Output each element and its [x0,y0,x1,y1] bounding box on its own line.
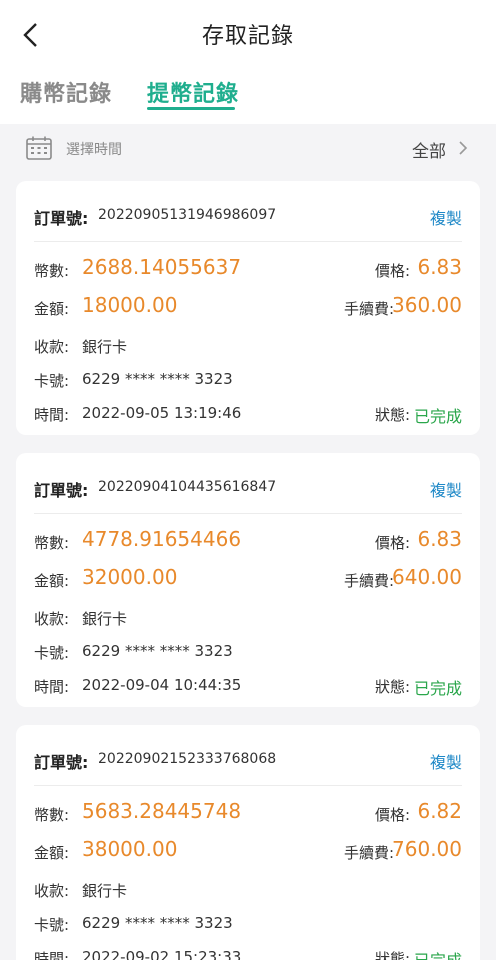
record-card: 訂單號: 20220904104435616847 複製 幣數: 4778.91… [16,453,480,707]
receive-row: 收款: 銀行卡 [16,603,480,633]
order-row: 訂單號: 20220904104435616847 複製 [16,475,480,505]
fee-value: 760.00 [392,837,462,861]
divider [34,241,462,242]
time-status-row: 時間: 2022-09-04 10:44:35 狀態: 已完成 [16,671,480,701]
status-label: 狀態: [374,406,410,424]
status-badge: 已完成 [413,407,462,426]
price-label: 價格: [374,534,410,552]
status-label: 狀態: [374,678,410,696]
time-label: 時間: [34,406,70,424]
card-row: 卡號: 6229 **** **** 3323 [16,637,480,667]
order-number: 20220902152333768068 [98,751,277,767]
receive-label: 收款: [34,882,70,900]
time-value: 2022-09-02 15:23:33 [82,948,242,960]
filter-all-button[interactable]: 全部 [412,137,446,162]
amount-value: 18000.00 [82,293,178,317]
tab-buy-records[interactable]: 購幣記錄 [20,76,112,108]
receive-row: 收款: 銀行卡 [16,875,480,905]
status-label: 狀態: [374,950,410,960]
order-number: 20220904104435616847 [98,479,277,495]
amount-value: 38000.00 [82,837,178,861]
receive-label: 收款: [34,338,70,356]
card-value: 6229 **** **** 3323 [82,642,233,660]
order-number-label: 訂單號: [34,753,89,772]
record-card: 訂單號: 20220902152333768068 複製 幣數: 5683.28… [16,725,480,960]
time-filter-bar[interactable]: 選擇時間 全部 [0,124,496,174]
order-row: 訂單號: 20220902152333768068 複製 [16,747,480,777]
price-value: 6.82 [417,799,462,823]
record-tabs: 購幣記錄 提幣記錄 [0,66,496,124]
card-row: 卡號: 6229 **** **** 3323 [16,909,480,939]
page-title: 存取記錄 [201,24,294,49]
card-row: 卡號: 6229 **** **** 3323 [16,365,480,395]
status-badge: 已完成 [413,679,462,698]
fee-label: 手續費: [343,300,394,318]
time-label: 時間: [34,950,70,960]
divider [34,785,462,786]
amount-label: 金額: [34,844,70,862]
amount-fee-row: 金額: 38000.00 手續費: 760.00 [16,837,480,867]
receive-value: 銀行卡 [82,338,128,356]
card-value: 6229 **** **** 3323 [82,370,233,388]
card-value: 6229 **** **** 3323 [82,914,233,932]
active-tab-indicator [147,107,235,110]
coins-label: 幣數: [34,534,70,552]
fee-label: 手續費: [343,844,394,862]
coins-value: 5683.28445748 [82,799,242,823]
fee-value: 360.00 [392,293,462,317]
coins-value: 4778.91654466 [82,527,242,551]
select-time-label[interactable]: 選擇時間 [66,139,122,159]
coins-price-row: 幣數: 2688.14055637 價格: 6.83 [16,255,480,285]
time-value: 2022-09-05 13:19:46 [82,404,242,422]
card-label: 卡號: [34,644,70,662]
order-number-label: 訂單號: [34,481,89,500]
record-card: 訂單號: 20220905131946986097 複製 幣數: 2688.14… [16,181,480,435]
app-header: 存取記錄 [0,0,496,66]
receive-value: 銀行卡 [82,882,128,900]
coins-price-row: 幣數: 5683.28445748 價格: 6.82 [16,799,480,829]
fee-label: 手續費: [343,572,394,590]
amount-value: 32000.00 [82,565,178,589]
status-badge: 已完成 [414,947,462,960]
order-row: 訂單號: 20220905131946986097 複製 [16,203,480,233]
coins-label: 幣數: [34,262,70,280]
price-value: 6.83 [417,527,462,551]
fee-value: 640.00 [392,565,462,589]
price-label: 價格: [374,806,410,824]
receive-value: 銀行卡 [82,610,128,628]
time-label: 時間: [34,678,70,696]
amount-label: 金額: [34,300,70,318]
amount-label: 金額: [34,572,70,590]
copy-button[interactable]: 複製 [430,205,462,229]
card-label: 卡號: [34,372,70,390]
calendar-icon[interactable] [26,136,52,160]
coins-value: 2688.14055637 [82,255,242,279]
amount-fee-row: 金額: 18000.00 手續費: 360.00 [16,293,480,323]
order-number-label: 訂單號: [34,209,89,228]
time-value: 2022-09-04 10:44:35 [82,676,242,694]
price-value: 6.83 [417,255,462,279]
copy-button[interactable]: 複製 [430,477,462,501]
tab-withdraw-records[interactable]: 提幣記錄 [147,76,239,108]
coins-label: 幣數: [34,806,70,824]
receive-label: 收款: [34,610,70,628]
chevron-right-icon[interactable] [456,139,470,157]
time-status-row: 時間: 2022-09-02 15:23:33 狀態: 已完成 [16,943,480,960]
coins-price-row: 幣數: 4778.91654466 價格: 6.83 [16,527,480,557]
price-label: 價格: [374,262,410,280]
receive-row: 收款: 銀行卡 [16,331,480,361]
amount-fee-row: 金額: 32000.00 手續費: 640.00 [16,565,480,595]
divider [34,513,462,514]
order-number: 20220905131946986097 [98,207,277,223]
time-status-row: 時間: 2022-09-05 13:19:46 狀態: 已完成 [16,399,480,429]
card-label: 卡號: [34,916,70,934]
copy-button[interactable]: 複製 [430,749,462,773]
